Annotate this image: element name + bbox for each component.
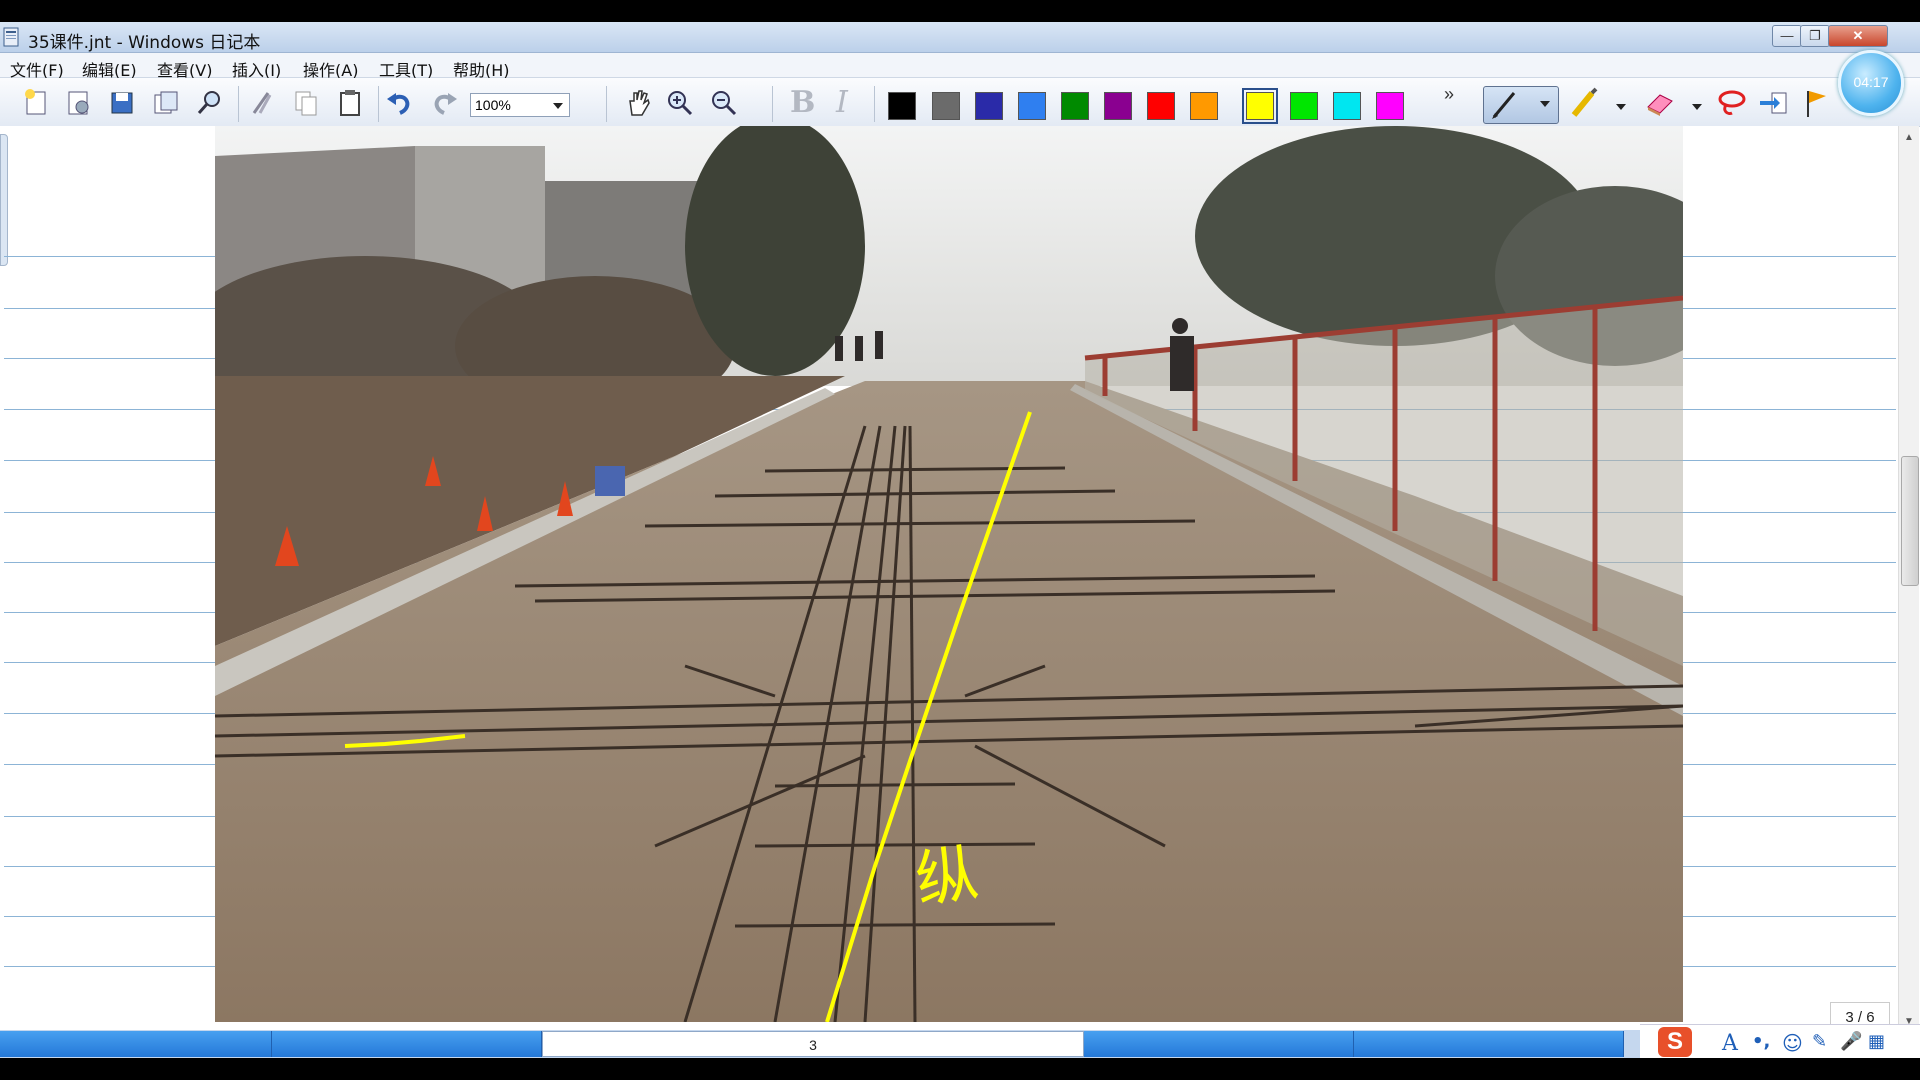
zoom-out-icon[interactable]: [708, 87, 740, 119]
page-tab[interactable]: [0, 1031, 272, 1057]
ime-toolbar: S A •, ☺ ✎ 🎤 ▦: [1640, 1024, 1920, 1058]
scroll-thumb[interactable]: [1901, 456, 1919, 586]
zoom-value: 100%: [475, 97, 511, 113]
new-note-icon[interactable]: [62, 87, 94, 119]
color-swatch[interactable]: [1333, 92, 1361, 120]
flag-icon[interactable]: [1800, 87, 1832, 119]
side-panel-handle[interactable]: [0, 134, 8, 266]
construction-photo: 纵: [215, 126, 1683, 1022]
color-swatch[interactable]: [1061, 92, 1089, 120]
toolbar-separator: [378, 86, 379, 122]
color-swatch[interactable]: [1104, 92, 1132, 120]
close-button[interactable]: ✕: [1828, 25, 1888, 47]
pen-icon: [1492, 92, 1516, 119]
cut-icon[interactable]: [246, 87, 278, 119]
handwriting-icon[interactable]: ✎: [1812, 1031, 1836, 1055]
zoom-dropdown[interactable]: 100%: [470, 93, 570, 117]
new-page-icon[interactable]: [20, 87, 52, 119]
redo-icon[interactable]: [428, 87, 460, 119]
clock-badge: 04:17: [1838, 50, 1904, 116]
pen-tool-button[interactable]: [1483, 86, 1559, 124]
color-swatch[interactable]: [1018, 92, 1046, 120]
sogou-ime-icon[interactable]: S: [1658, 1027, 1692, 1057]
toolbar: 100% B I »: [0, 78, 1920, 127]
color-swatch[interactable]: [1290, 92, 1318, 120]
journal-app-icon: [3, 27, 19, 47]
eraser-icon[interactable]: [1644, 87, 1676, 119]
menu-bar: 文件(F) 编辑(E) 查看(V) 插入(I) 操作(A) 工具(T) 帮助(H…: [0, 53, 1920, 80]
paste-icon[interactable]: [334, 87, 366, 119]
toolbar-overflow-button[interactable]: »: [1444, 84, 1454, 105]
grid-menu-icon[interactable]: ▦: [1868, 1031, 1892, 1055]
handwritten-annotation: 纵: [910, 835, 983, 917]
save-icon[interactable]: [106, 87, 138, 119]
scroll-up-icon[interactable]: ▲: [1904, 132, 1914, 143]
page-tab-current[interactable]: 3: [542, 1031, 1084, 1057]
chevron-down-icon[interactable]: [1616, 104, 1626, 110]
page-tab[interactable]: [1354, 1031, 1624, 1057]
page-tab[interactable]: [1084, 1031, 1354, 1057]
toolbar-separator: [772, 86, 773, 122]
chevron-down-icon: [553, 103, 563, 109]
color-swatch[interactable]: [1147, 92, 1175, 120]
microphone-icon[interactable]: 🎤: [1840, 1031, 1864, 1055]
punctuation-icon[interactable]: •,: [1752, 1031, 1776, 1055]
italic-icon[interactable]: I: [836, 87, 868, 119]
emoji-icon[interactable]: ☺: [1782, 1031, 1806, 1055]
toolbar-separator: [874, 86, 875, 122]
color-swatch[interactable]: [1242, 88, 1278, 124]
color-swatch[interactable]: [1190, 92, 1218, 120]
highlighter-icon[interactable]: [1568, 87, 1600, 119]
page-tab[interactable]: [272, 1031, 542, 1057]
import-icon[interactable]: [150, 87, 182, 119]
undo-icon[interactable]: [384, 87, 416, 119]
toolbar-separator: [238, 86, 239, 122]
chevron-down-icon[interactable]: [1692, 104, 1702, 110]
journal-window: 35课件.jnt - Windows 日记本 — ❐ ✕ 文件(F) 编辑(E)…: [0, 22, 1920, 1058]
page-tabs-bar: 3: [0, 1030, 1920, 1058]
find-icon[interactable]: [194, 87, 226, 119]
copy-icon[interactable]: [290, 87, 322, 119]
bold-icon[interactable]: B: [790, 87, 822, 119]
window-title: 35课件.jnt - Windows 日记本: [28, 33, 261, 53]
toolbar-separator: [606, 86, 607, 122]
color-swatch[interactable]: [888, 92, 916, 120]
color-swatch[interactable]: [1376, 92, 1404, 120]
color-swatch[interactable]: [975, 92, 1003, 120]
chevron-down-icon[interactable]: [1540, 101, 1550, 107]
color-swatch[interactable]: [932, 92, 960, 120]
ime-mode-icon[interactable]: A: [1722, 1031, 1746, 1056]
zoom-in-icon[interactable]: [664, 87, 696, 119]
hand-icon[interactable]: [622, 87, 654, 119]
title-bar: 35课件.jnt - Windows 日记本 — ❐ ✕: [0, 22, 1920, 53]
maximize-button[interactable]: ❐: [1800, 25, 1830, 47]
lasso-icon[interactable]: [1716, 87, 1748, 119]
vertical-scrollbar[interactable]: ▲ ▼: [1898, 126, 1919, 1038]
minimize-button[interactable]: —: [1772, 25, 1802, 47]
insert-space-icon[interactable]: [1758, 87, 1790, 119]
